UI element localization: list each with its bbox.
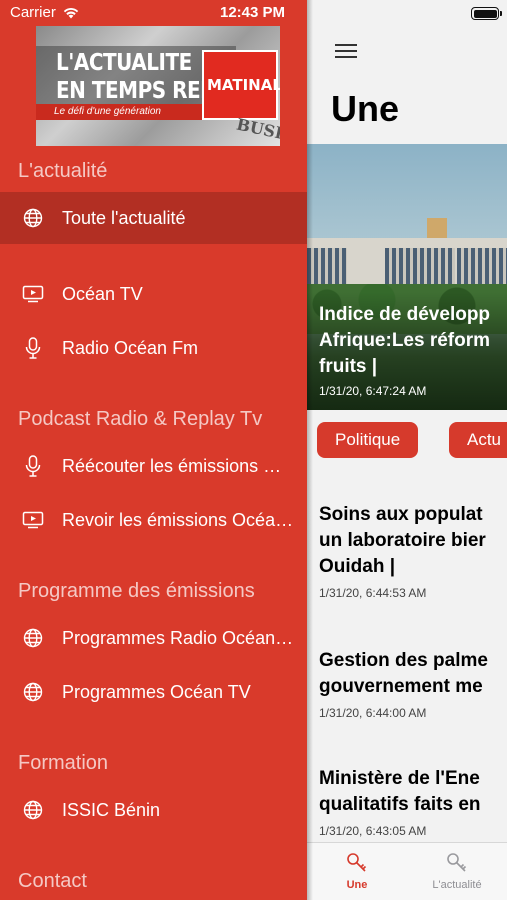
globe-icon xyxy=(22,627,44,649)
article-item[interactable]: Soins aux populat un laboratoire bier Ou… xyxy=(319,502,507,600)
hero-title: Indice de développ Afrique:Les réform fr… xyxy=(319,302,507,380)
tv-icon xyxy=(22,283,44,305)
drawer-shadow xyxy=(307,0,313,900)
matinal-logo: MATINAL xyxy=(202,50,280,120)
hero-date: 1/31/20, 6:47:24 AM xyxy=(319,384,427,398)
hero-image-window xyxy=(457,248,507,286)
menu-item-programmes-tv[interactable]: Programmes Océan TV xyxy=(0,666,307,718)
article-date: 1/31/20, 6:44:00 AM xyxy=(319,706,427,720)
tab-une[interactable]: Une xyxy=(307,851,407,891)
hamburger-icon[interactable] xyxy=(335,42,357,60)
article-date: 1/31/20, 6:44:53 AM xyxy=(319,586,427,600)
article-title-line: Ministère de l'Ene xyxy=(319,768,480,789)
menu-item-label: Réécouter les émissions Radio Océan Fm xyxy=(62,455,294,476)
globe-icon xyxy=(22,207,44,229)
page-title: Une xyxy=(331,88,400,129)
menu-item-radio-ocean-fm[interactable]: Radio Océan Fm xyxy=(0,322,307,374)
section-title-podcast: Podcast Radio & Replay Tv xyxy=(18,408,263,430)
menu-item-label: Revoir les émissions Océan TV xyxy=(62,509,294,530)
menu-item-label: Radio Océan Fm xyxy=(62,337,199,358)
menu-item-label: Programmes Radio Océan Fm xyxy=(62,627,294,648)
article-title-line: qualitatifs faits en xyxy=(319,794,481,815)
tab-label: L'actualité xyxy=(432,879,482,891)
logo-text: MATINAL xyxy=(207,76,280,94)
menu-item-toute-actualite[interactable]: Toute l'actualité xyxy=(0,192,307,244)
section-title-programme: Programme des émissions xyxy=(18,580,255,602)
banner-line1: L'ACTUALITE xyxy=(56,48,192,76)
article-title-line: Soins aux populat xyxy=(319,504,483,525)
tv-icon xyxy=(22,509,44,531)
menu-item-reecouter-emissions[interactable]: Réécouter les émissions Radio Océan Fm xyxy=(0,440,307,492)
status-carrier: Carrier xyxy=(10,4,80,21)
article-item[interactable]: Ministère de l'Ene qualitatifs faits en … xyxy=(319,766,507,838)
menu-item-ocean-tv[interactable]: Océan TV xyxy=(0,268,307,320)
article-title-line: Gestion des palme xyxy=(319,650,488,671)
globe-icon xyxy=(22,681,44,703)
hero-title-line: Afrique:Les réform xyxy=(319,330,491,351)
menu-item-programmes-radio[interactable]: Programmes Radio Océan Fm xyxy=(0,612,307,664)
article-title-line: gouvernement me xyxy=(319,676,483,697)
menu-item-issic-benin[interactable]: ISSIC Bénin xyxy=(0,784,307,836)
key-icon xyxy=(447,853,467,872)
article-item[interactable]: Gestion des palme gouvernement me 1/31/2… xyxy=(319,648,507,720)
section-title-actualite: L'actualité xyxy=(18,160,108,182)
microphone-icon xyxy=(22,455,44,477)
hero-article[interactable]: Indice de développ Afrique:Les réform fr… xyxy=(307,144,507,410)
menu-item-label: ISSIC Bénin xyxy=(62,799,161,820)
article-date: 1/31/20, 6:43:05 AM xyxy=(319,824,427,838)
category-chip-actu[interactable]: Actu xyxy=(449,422,507,458)
microphone-icon xyxy=(22,337,44,359)
article-title-line: Ouidah | xyxy=(319,556,396,577)
menu-item-label: Océan TV xyxy=(62,283,143,304)
tab-actualite[interactable]: L'actualité xyxy=(407,851,507,891)
section-title-contact: Contact xyxy=(18,870,87,892)
brand-banner: L'ACTUALITE EN TEMPS REEL Le défi d'une … xyxy=(36,26,280,146)
main-panel: Une Indice de développ Afrique:Les réfor… xyxy=(307,0,507,900)
navigation-drawer: Carrier 12:43 PM L'ACTUALITE EN TEMPS RE… xyxy=(0,0,307,900)
menu-item-revoir-emissions[interactable]: Revoir les émissions Océan TV xyxy=(0,494,307,546)
category-chip-politique[interactable]: Politique xyxy=(317,422,419,458)
hero-title-line: fruits | xyxy=(319,356,378,377)
hero-image-window xyxy=(307,248,347,286)
section-title-formation: Formation xyxy=(18,752,109,774)
tab-bar: Une L'actualité xyxy=(307,842,507,900)
hero-title-line: Indice de développ xyxy=(319,304,491,325)
status-time: 12:43 PM xyxy=(220,4,286,21)
hero-image-window xyxy=(385,248,455,286)
key-icon xyxy=(347,853,367,872)
menu-item-label: Toute l'actualité xyxy=(62,207,186,228)
banner-line2: EN TEMPS REEL xyxy=(56,76,226,104)
battery-icon xyxy=(471,7,502,20)
globe-icon xyxy=(22,799,44,821)
carrier-label: Carrier xyxy=(10,4,56,21)
tab-label: Une xyxy=(346,879,368,891)
article-title-line: un laboratoire bier xyxy=(319,530,486,551)
menu-item-label: Programmes Océan TV xyxy=(62,681,251,702)
wifi-icon xyxy=(63,7,79,19)
